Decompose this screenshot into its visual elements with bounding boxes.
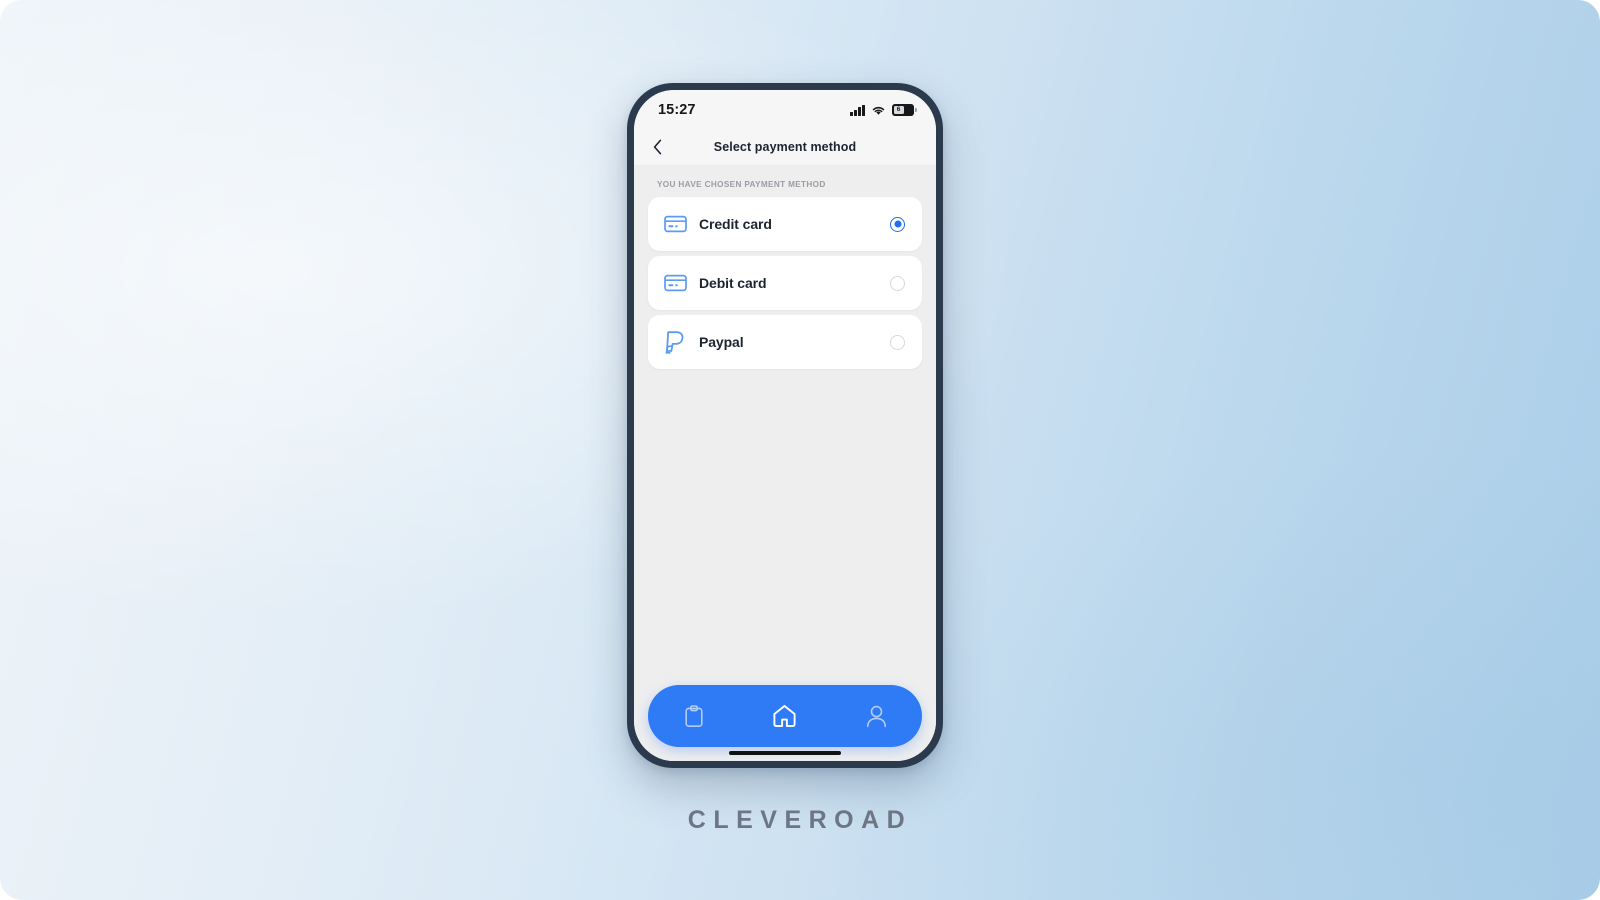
phone-screen: 15:27 6 Select payment method YOU HAVE C… <box>634 90 936 761</box>
payment-option-radio[interactable] <box>890 275 905 291</box>
paypal-icon <box>663 330 687 354</box>
back-button[interactable] <box>646 136 668 158</box>
credit-card-icon <box>663 212 687 236</box>
payment-option-debit-card[interactable]: Debit card <box>648 256 922 310</box>
content-area: YOU HAVE CHOSEN PAYMENT METHOD Credit ca… <box>634 166 936 685</box>
cellular-signal-icon <box>850 104 865 116</box>
payment-option-label: Credit card <box>699 216 772 232</box>
clipboard-icon <box>685 704 703 727</box>
home-indicator <box>729 751 841 755</box>
tab-profile[interactable] <box>854 694 898 738</box>
payment-option-paypal[interactable]: Paypal <box>648 315 922 369</box>
chevron-left-icon <box>653 139 661 154</box>
credit-card-icon <box>663 271 687 295</box>
payment-option-radio[interactable] <box>890 334 905 350</box>
battery-level: 6 <box>893 105 904 115</box>
tab-bar-container <box>634 685 936 761</box>
home-icon <box>773 705 797 727</box>
screenshot-canvas: 15:27 6 Select payment method YOU HAVE C… <box>0 0 1600 900</box>
payment-method-list: Credit card Debit card Paypal <box>648 197 922 369</box>
bottom-tab-bar <box>648 685 922 747</box>
tab-home[interactable] <box>763 694 807 738</box>
wifi-icon <box>872 106 885 115</box>
payment-option-radio[interactable] <box>890 216 905 232</box>
person-icon <box>866 705 886 727</box>
status-bar-icons: 6 <box>850 104 918 116</box>
tab-orders[interactable] <box>672 694 716 738</box>
section-label: YOU HAVE CHOSEN PAYMENT METHOD <box>657 180 826 189</box>
payment-option-label: Debit card <box>699 275 767 291</box>
nav-bar: Select payment method <box>634 128 936 166</box>
page-title: Select payment method <box>713 139 857 154</box>
payment-option-credit-card[interactable]: Credit card <box>648 197 922 251</box>
status-bar: 15:27 6 <box>634 90 936 128</box>
status-bar-time: 15:27 <box>658 102 696 118</box>
phone-mockup: 15:27 6 Select payment method YOU HAVE C… <box>627 83 943 768</box>
battery-icon: 6 <box>892 104 918 116</box>
brand-logo: CLEVEROAD <box>687 806 913 834</box>
payment-option-label: Paypal <box>699 334 744 350</box>
